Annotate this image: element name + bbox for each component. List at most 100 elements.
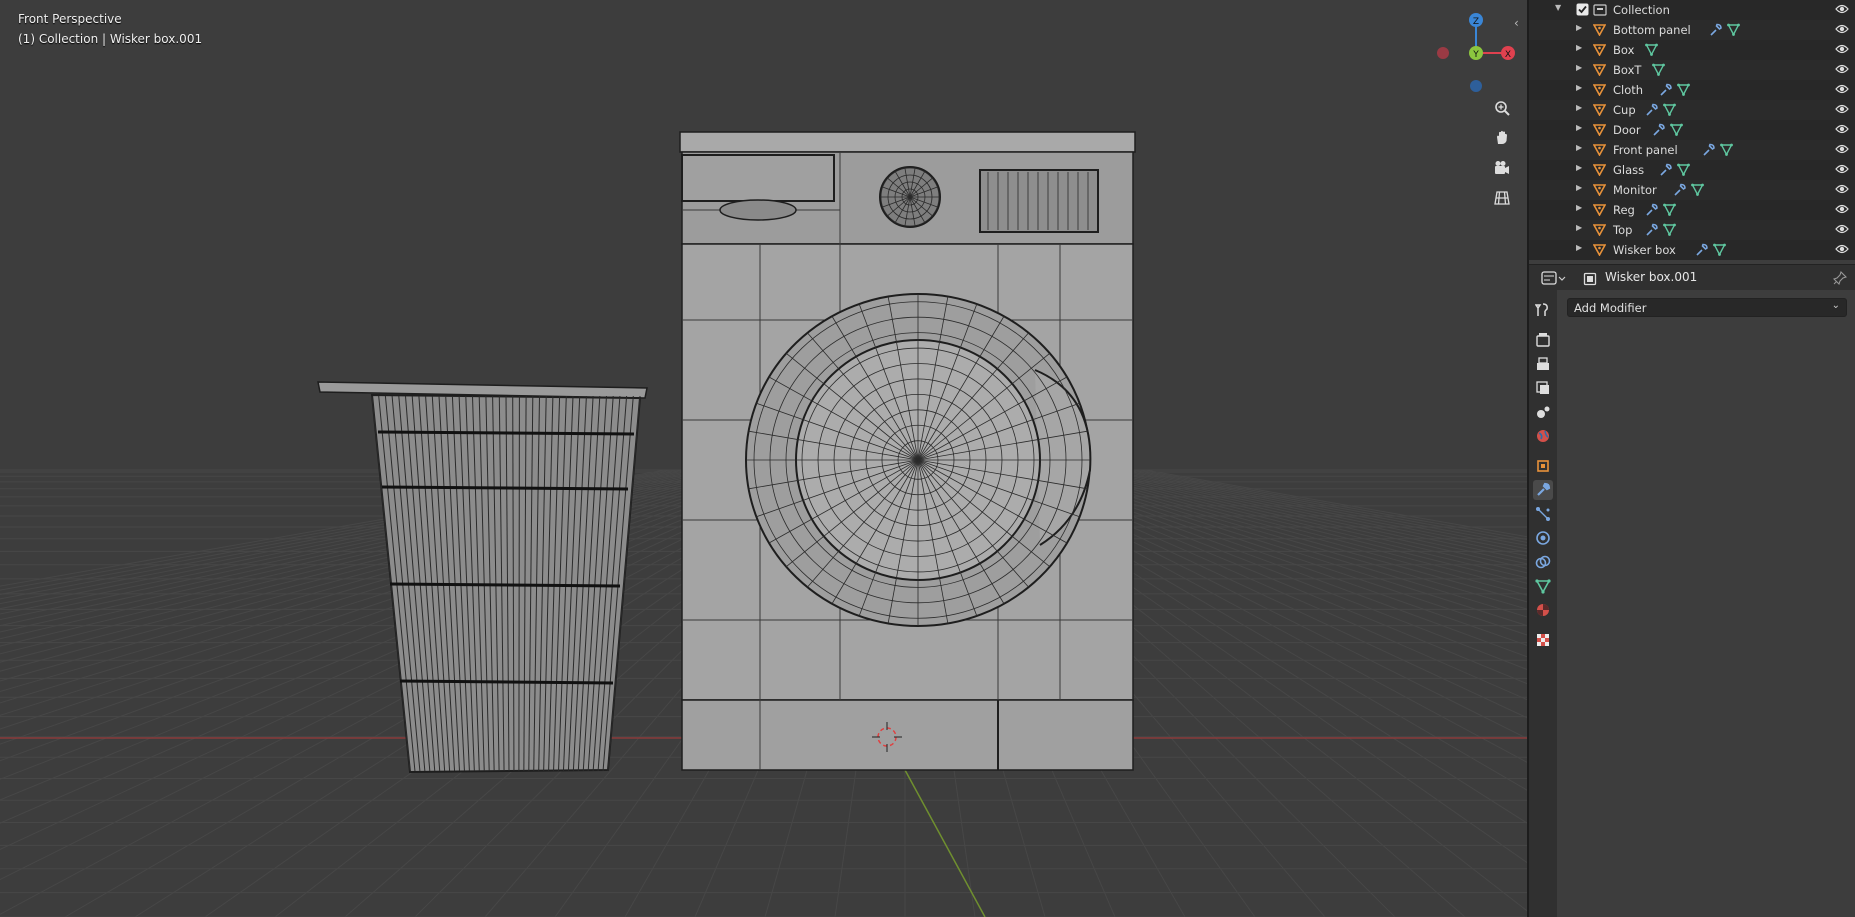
outliner-item[interactable]: ▶ Monitor: [1529, 180, 1855, 200]
visibility-eye-icon[interactable]: [1835, 203, 1849, 218]
mesh-data-icon[interactable]: [1713, 243, 1726, 259]
outliner-item[interactable]: ▶ Top: [1529, 220, 1855, 240]
outliner-item[interactable]: ▶ BoxT: [1529, 60, 1855, 80]
mesh-data-icon[interactable]: [1662, 203, 1676, 219]
output-icon[interactable]: [1533, 354, 1553, 374]
wrench-icon[interactable]: [1659, 163, 1672, 179]
mesh-data-icon[interactable]: [1644, 43, 1658, 59]
texture-icon[interactable]: [1533, 630, 1553, 650]
outliner-item[interactable]: ▶ Front panel: [1529, 140, 1855, 160]
wrench-icon[interactable]: [1709, 23, 1723, 39]
visibility-eye-icon[interactable]: [1835, 23, 1849, 38]
visibility-eye-icon[interactable]: [1835, 103, 1849, 118]
visibility-eye-icon[interactable]: [1835, 43, 1849, 58]
pan-hand-icon[interactable]: [1488, 124, 1516, 152]
visibility-eye-icon[interactable]: [1835, 143, 1849, 158]
checkbox-icon[interactable]: [1576, 3, 1589, 19]
wrench-icon[interactable]: [1659, 83, 1672, 99]
constraints-icon[interactable]: [1533, 552, 1553, 572]
outliner-item[interactable]: ▶ Box: [1529, 40, 1855, 60]
tool-icon[interactable]: [1533, 300, 1553, 320]
zoom-icon[interactable]: [1488, 94, 1516, 122]
outliner-item[interactable]: ▶ Wisker box: [1529, 240, 1855, 260]
outliner-item-label: Front panel: [1613, 143, 1678, 157]
3d-viewport[interactable]: Front Perspective (1) Collection | Wiske…: [0, 0, 1527, 917]
outliner-item-label: Monitor: [1613, 183, 1657, 197]
expand-triangle-icon[interactable]: ▶: [1576, 23, 1582, 32]
expand-triangle-icon[interactable]: ▶: [1576, 163, 1582, 172]
visibility-eye-icon[interactable]: [1835, 243, 1849, 258]
mesh-data-icon[interactable]: [1677, 163, 1690, 179]
outliner[interactable]: ▼ Collection ▶ Bottom panel ▶ Box ▶ BoxT ▶ Clot…: [1529, 0, 1855, 260]
mesh-data-icon[interactable]: [1651, 63, 1665, 79]
wrench-icon[interactable]: [1695, 243, 1708, 259]
modifier-icon[interactable]: [1533, 480, 1553, 500]
outliner-item[interactable]: ▶ Cup: [1529, 100, 1855, 120]
gizmo-z-label: Z: [1473, 17, 1479, 27]
mesh-object-icon: [1592, 163, 1607, 179]
mesh-data-icon[interactable]: [1677, 83, 1690, 99]
mesh-object-icon: [1592, 123, 1607, 139]
camera-view-icon[interactable]: [1488, 154, 1516, 182]
mesh-data-icon[interactable]: [1662, 103, 1676, 119]
mesh-object-icon: [1592, 43, 1607, 59]
wrench-icon[interactable]: [1645, 103, 1658, 119]
mesh-data-icon[interactable]: [1662, 223, 1676, 239]
wrench-icon[interactable]: [1645, 223, 1658, 239]
scene-icon[interactable]: [1533, 402, 1553, 422]
properties-tabs: [1529, 290, 1557, 917]
visibility-eye-icon[interactable]: [1835, 3, 1849, 18]
expand-triangle-icon[interactable]: ▶: [1576, 243, 1582, 252]
mesh-data-icon[interactable]: [1727, 23, 1741, 39]
outliner-item[interactable]: ▶ Cloth: [1529, 80, 1855, 100]
navigation-gizmo[interactable]: Z X Y: [1428, 8, 1518, 98]
object-icon[interactable]: [1533, 456, 1553, 476]
mesh-data-icon[interactable]: [1669, 123, 1683, 139]
expand-triangle-icon[interactable]: ▶: [1576, 83, 1582, 92]
expand-triangle-icon[interactable]: ▶: [1576, 43, 1582, 52]
view-layer-icon[interactable]: [1533, 378, 1553, 398]
expand-triangle-icon[interactable]: ▶: [1576, 183, 1582, 192]
editor-type-icon[interactable]: [1541, 270, 1567, 290]
add-modifier-dropdown[interactable]: Add Modifier ⌄: [1567, 298, 1847, 317]
world-icon[interactable]: [1533, 426, 1553, 446]
visibility-eye-icon[interactable]: [1835, 123, 1849, 138]
collapse-sidebar-icon[interactable]: ‹: [1514, 16, 1519, 30]
outliner-item-label: Reg: [1613, 203, 1635, 217]
wrench-icon[interactable]: [1652, 123, 1665, 139]
wrench-icon[interactable]: [1702, 143, 1715, 159]
expand-triangle-icon[interactable]: ▶: [1576, 63, 1582, 72]
visibility-eye-icon[interactable]: [1835, 223, 1849, 238]
outliner-item[interactable]: ▶ Door: [1529, 120, 1855, 140]
expand-triangle-icon[interactable]: ▶: [1576, 123, 1582, 132]
expand-triangle-icon[interactable]: ▶: [1576, 103, 1582, 112]
perspective-toggle-icon[interactable]: [1488, 184, 1516, 212]
visibility-eye-icon[interactable]: [1835, 83, 1849, 98]
expand-triangle-icon[interactable]: ▶: [1576, 143, 1582, 152]
expand-triangle-icon[interactable]: ▶: [1576, 203, 1582, 212]
y-axis-line: [904, 769, 986, 917]
outliner-collection-row[interactable]: ▼ Collection: [1529, 0, 1855, 20]
visibility-eye-icon[interactable]: [1835, 183, 1849, 198]
outliner-item[interactable]: ▶ Bottom panel: [1529, 20, 1855, 40]
expand-triangle-icon[interactable]: ▶: [1576, 223, 1582, 232]
wrench-icon[interactable]: [1645, 203, 1658, 219]
material-icon[interactable]: [1533, 600, 1553, 620]
mesh-data-icon[interactable]: [1691, 183, 1705, 199]
outliner-item[interactable]: ▶ Reg: [1529, 200, 1855, 220]
outliner-item-label: BoxT: [1613, 63, 1642, 77]
render-icon[interactable]: [1533, 330, 1553, 350]
mesh-object-icon: [1592, 203, 1607, 219]
data-icon[interactable]: [1533, 576, 1553, 596]
visibility-eye-icon[interactable]: [1835, 63, 1849, 78]
pin-icon[interactable]: [1832, 270, 1848, 289]
wrench-icon[interactable]: [1673, 183, 1687, 199]
expand-triangle-icon[interactable]: ▼: [1555, 3, 1561, 12]
laundry-basket-mesh: [317, 381, 648, 774]
outliner-item[interactable]: ▶ Glass: [1529, 160, 1855, 180]
physics-icon[interactable]: [1533, 528, 1553, 548]
visibility-eye-icon[interactable]: [1835, 163, 1849, 178]
mesh-data-icon[interactable]: [1720, 143, 1734, 159]
viewport-scene[interactable]: [0, 0, 1527, 917]
particles-icon[interactable]: [1533, 504, 1553, 524]
